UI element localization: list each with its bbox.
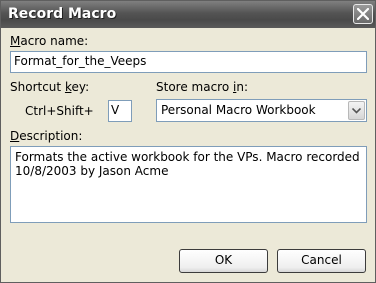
shortcut-prefix-text: Ctrl+Shift+ [25,104,94,118]
ok-button[interactable]: OK [179,249,268,273]
store-macro-select[interactable]: Personal Macro Workbook [156,99,367,122]
description-label: Description: [10,129,83,143]
dropdown-button[interactable] [348,101,365,120]
chevron-down-icon [352,108,361,114]
store-macro-label: Store macro in: [156,80,248,94]
shortcut-key-input[interactable]: V [108,100,132,122]
macro-name-input[interactable]: Format_for_the_Veeps [10,51,367,73]
cancel-button[interactable]: Cancel [277,249,366,273]
store-macro-selected-value: Personal Macro Workbook [161,103,316,117]
dialog-title: Record Macro [8,6,117,22]
description-textarea[interactable]: Formats the active workbook for the VPs.… [10,146,367,223]
close-icon [357,8,369,20]
shortcut-key-label: Shortcut key: [10,80,90,94]
macro-name-label: Macro name: [10,34,89,48]
title-bar[interactable]: Record Macro [1,1,375,28]
close-button[interactable] [353,4,373,24]
record-macro-dialog: Record Macro Macro name: Format_for_the_… [0,0,376,283]
